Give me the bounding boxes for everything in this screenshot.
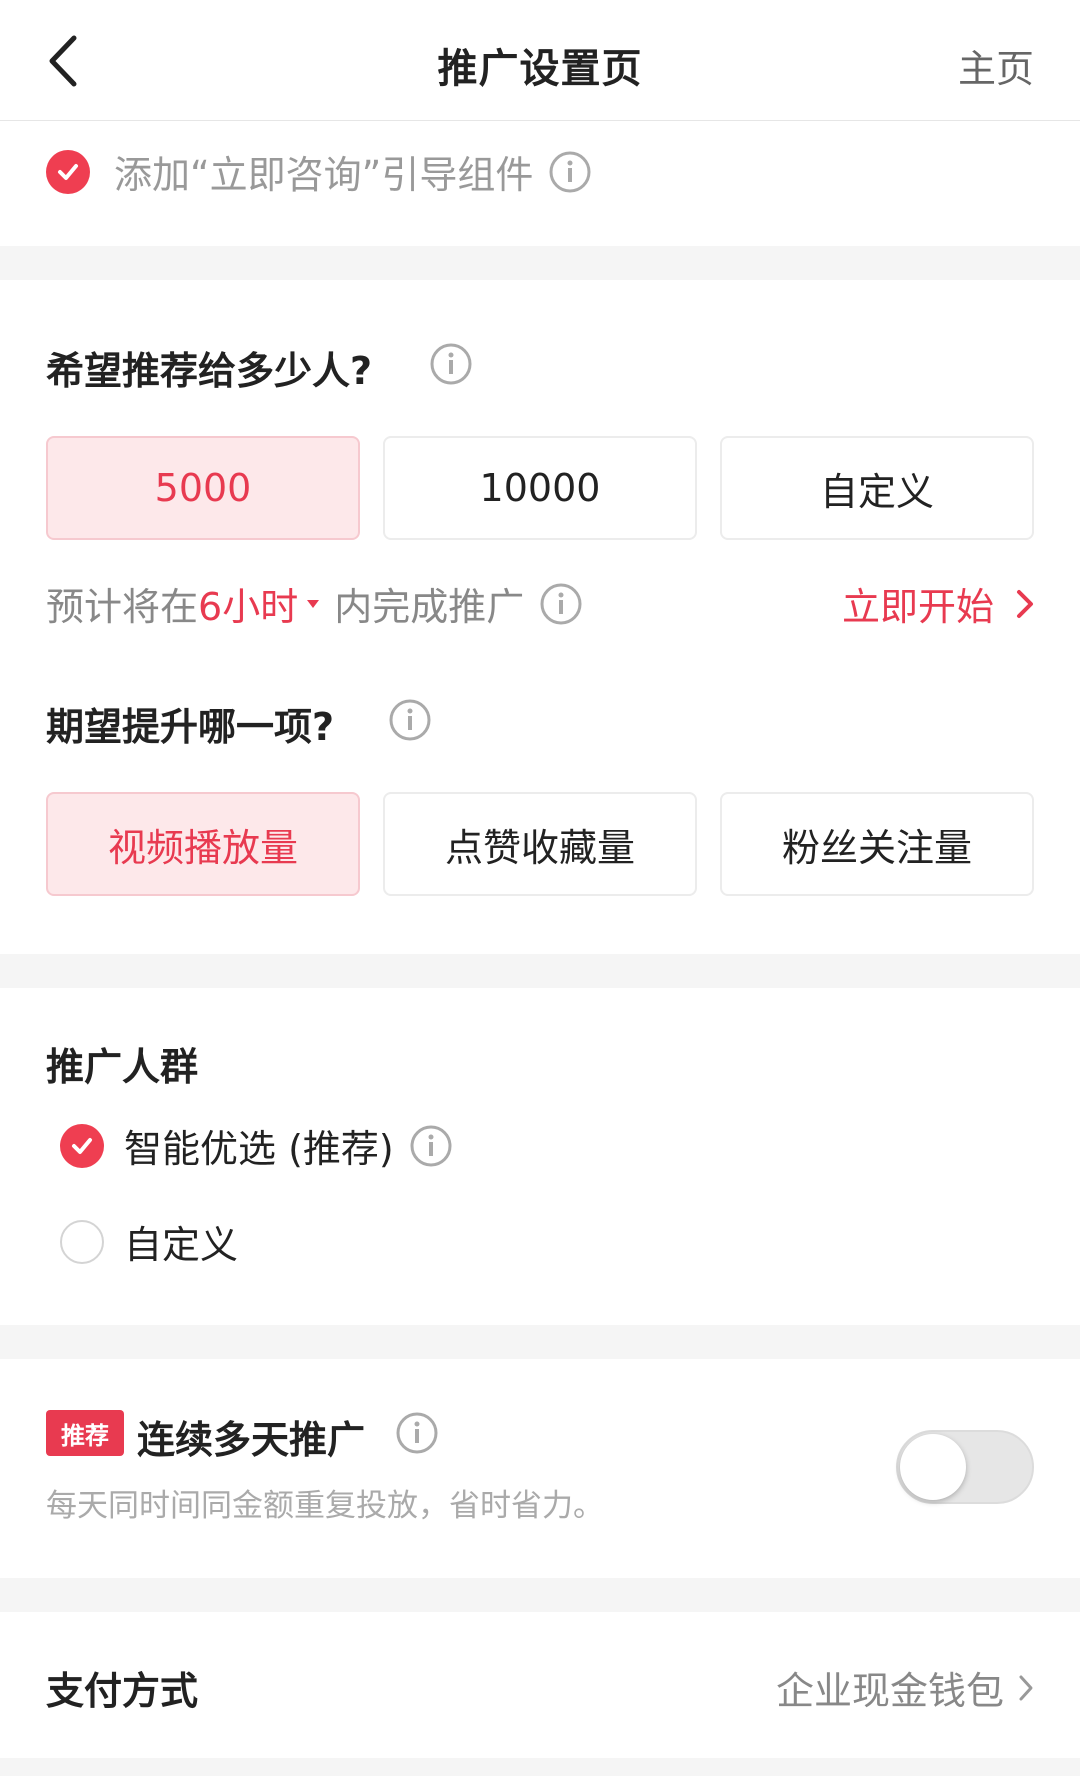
reach-title: 希望推荐给多少人? — [46, 349, 373, 393]
chevron-right-icon — [1017, 589, 1033, 618]
info-icon[interactable] — [389, 699, 431, 741]
section-divider — [0, 954, 1080, 988]
audience-custom-label: 自定义 — [124, 1223, 239, 1267]
estimate-prefix: 预计将在 — [46, 585, 199, 629]
info-icon[interactable] — [410, 1125, 452, 1167]
estimate-row: 预计将在 6小时 内完成推广 — [46, 576, 582, 631]
start-now-link[interactable]: 立即开始 — [842, 576, 1034, 631]
goal-option-followers[interactable]: 粉丝关注量 — [720, 792, 1034, 896]
radio-unchecked-icon[interactable] — [60, 1219, 104, 1264]
payment-method-value: 企业现金钱包 — [775, 1669, 1004, 1713]
info-icon[interactable] — [396, 1412, 438, 1454]
multiday-title: 连续多天推广 — [137, 1418, 366, 1462]
section-divider — [0, 1578, 1080, 1612]
goal-option-likes[interactable]: 点赞收藏量 — [383, 792, 697, 896]
consult-label: 添加“立即咨询”引导组件 — [114, 153, 534, 197]
consult-option[interactable]: 添加“立即咨询”引导组件 — [46, 144, 591, 199]
payment-method-select[interactable]: 企业现金钱包 — [776, 1660, 1034, 1715]
home-link[interactable]: 主页 — [958, 38, 1034, 93]
checked-icon[interactable] — [46, 149, 90, 194]
info-icon[interactable] — [549, 151, 591, 193]
section-divider — [0, 246, 1080, 280]
info-icon[interactable] — [430, 343, 472, 385]
info-icon[interactable] — [540, 583, 582, 625]
multiday-description: 每天同时间同金额重复投放，省时省力。 — [46, 1488, 604, 1524]
multiday-toggle[interactable] — [896, 1430, 1034, 1504]
nav-bar: 推广设置页 主页 — [0, 0, 1080, 121]
dropdown-triangle-icon[interactable] — [298, 594, 328, 614]
toggle-knob — [900, 1434, 966, 1500]
reach-option-custom[interactable]: 自定义 — [720, 436, 1034, 540]
page-title: 推广设置页 — [437, 46, 643, 92]
goal-title: 期望提升哪一项? — [46, 705, 335, 749]
estimate-suffix: 内完成推广 — [334, 585, 525, 629]
chevron-right-icon — [1019, 1675, 1033, 1700]
reach-option-10000[interactable]: 10000 — [383, 436, 697, 540]
radio-checked-icon[interactable] — [60, 1123, 104, 1168]
goal-option-views[interactable]: 视频播放量 — [46, 792, 360, 896]
audience-option-smart[interactable]: 智能优选 (推荐) — [60, 1118, 452, 1173]
audience-smart-label: 智能优选 (推荐) — [124, 1127, 394, 1171]
start-now-label: 立即开始 — [841, 585, 994, 629]
section-divider — [0, 1758, 1080, 1776]
estimate-time-select[interactable]: 6小时 — [198, 576, 298, 631]
recommend-badge: 推荐 — [46, 1410, 124, 1456]
payment-title: 支付方式 — [46, 1669, 199, 1713]
section-divider — [0, 1325, 1080, 1359]
reach-option-5000[interactable]: 5000 — [46, 436, 360, 540]
audience-title: 推广人群 — [46, 1045, 199, 1089]
audience-option-custom[interactable]: 自定义 — [60, 1214, 238, 1269]
